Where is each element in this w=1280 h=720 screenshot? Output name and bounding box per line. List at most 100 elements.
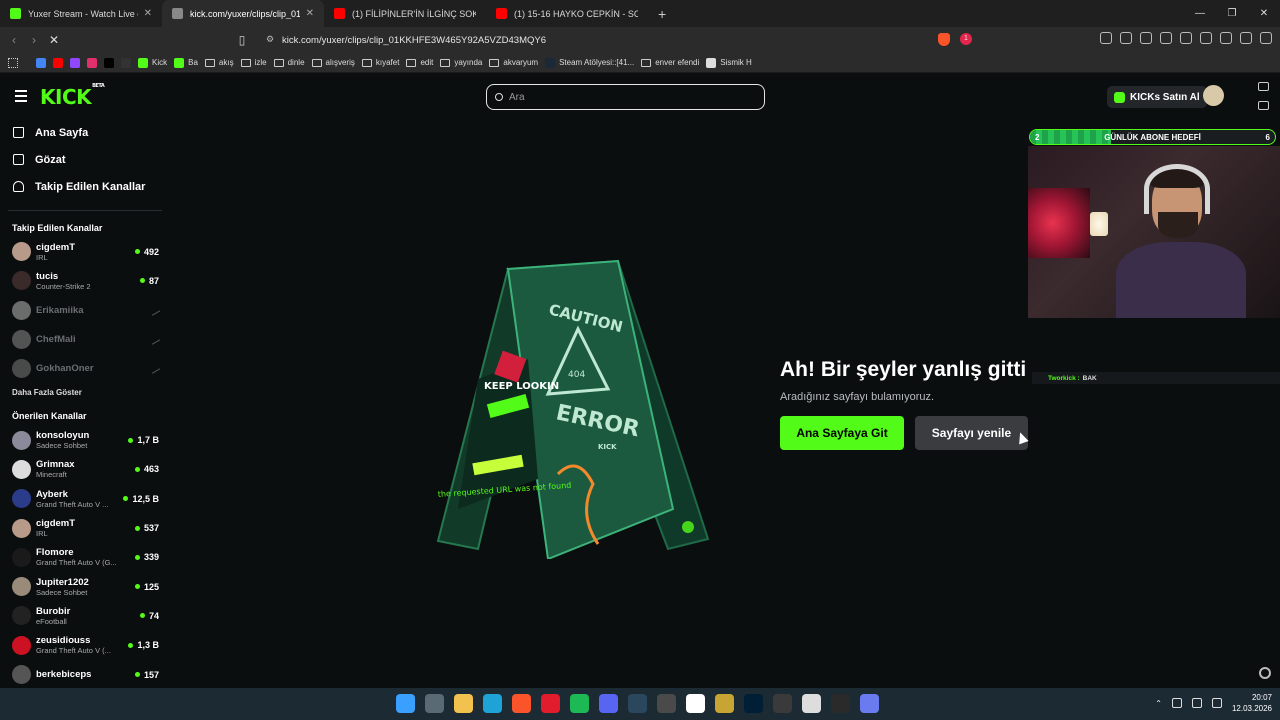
apps-grid-icon[interactable] [8,58,18,68]
app3-icon[interactable] [860,694,879,713]
sidebar-icon[interactable] [1180,32,1192,44]
channel-item[interactable]: Erikamiika [0,296,170,325]
bookmark-item[interactable] [70,57,80,68]
browser-tab[interactable]: (1) FİLİPİNLER'İN İLGİNÇ SOKAK PAZA [324,0,486,27]
go-home-button[interactable]: Ana Sayfaya Git [780,416,904,450]
bookmark-item[interactable]: akış [204,58,234,67]
channel-item[interactable]: tucis Counter-Strike 2 87 [0,266,170,295]
close-tab-icon[interactable]: ✕ [306,8,314,19]
capcut-icon[interactable] [686,694,705,713]
search-icon[interactable] [425,694,444,713]
channel-item[interactable]: cigdemT IRL 537 [0,513,170,542]
channel-item[interactable]: Flomore Grand Theft Auto V (G... 339 [0,543,170,572]
chevron-up-icon[interactable]: ⌃ [1155,699,1162,708]
bookmark-item[interactable] [121,57,131,68]
restore-icon[interactable]: ❐ [1216,8,1248,19]
steam-icon[interactable] [628,694,647,713]
opera-icon[interactable] [541,694,560,713]
close-tab-icon[interactable]: ✕ [144,8,152,19]
microphone-icon[interactable] [1171,698,1182,708]
browser-tab[interactable]: Yuxer Stream - Watch Live on Kick ✕ [0,0,162,27]
bookmark-item[interactable]: kıyafet [361,58,399,67]
windows-icon[interactable] [396,694,415,713]
pin-icon[interactable] [1258,82,1269,91]
brave-shield-icon[interactable] [938,33,950,46]
photoshop-icon[interactable] [744,694,763,713]
gear-icon[interactable] [1259,667,1271,679]
avatar [12,577,31,597]
bookmark-item[interactable]: dinle [273,58,305,67]
chat-toggle-icon[interactable] [1258,101,1269,110]
bookmark-item[interactable]: alışveriş [311,58,355,67]
bookmark-item[interactable]: Kick [138,57,167,68]
bookmark-item[interactable]: Sismik H [706,57,752,68]
minimize-icon[interactable]: — [1184,8,1216,19]
bookmark-item[interactable]: Ba [174,57,198,68]
close-window-icon[interactable]: ✕ [1248,8,1280,19]
back-icon[interactable]: ‹ [4,33,24,47]
channel-item[interactable]: Grimnax Minecraft 463 [0,455,170,484]
bookmark-item[interactable]: Steam Atölyesi::[41... [545,57,634,68]
bookmark-item[interactable]: enver efendi [641,58,699,67]
show-more-button[interactable]: Daha Fazla Göster [0,383,170,403]
music-icon[interactable] [1160,32,1172,44]
bookmark-item[interactable]: edit [406,58,433,67]
new-tab-button[interactable]: + [648,6,676,22]
channel-item[interactable]: zeusidiouss Grand Theft Auto V (... 1,3 B [0,631,170,660]
channel-info: berkebiceps [36,669,135,680]
bookmark-icon[interactable]: ▯ [232,33,252,47]
channel-item[interactable]: Jupiter1202 Sadece Sohbet 125 [0,572,170,601]
extension-icon[interactable] [1100,32,1112,44]
channel-item[interactable]: GokhanOner [0,354,170,383]
extension-icon[interactable] [1140,32,1152,44]
nav-item[interactable]: Ana Sayfa [0,119,170,146]
network-icon[interactable] [1191,698,1202,708]
channel-item[interactable]: cigdemT IRL 492 [0,237,170,266]
channel-item[interactable]: konsoloyun Sadece Sohbet 1,7 B [0,425,170,454]
calculator-icon[interactable] [657,694,676,713]
user-avatar[interactable] [1203,85,1224,106]
bookmark-item[interactable]: izle [240,58,267,67]
obs-icon[interactable] [773,694,792,713]
search-input[interactable]: Ara [486,84,765,110]
channel-item[interactable]: Burobir eFootball 74 [0,601,170,630]
buy-kicks-button[interactable]: KICKs Satın Al [1107,86,1207,108]
discord-icon[interactable] [599,694,618,713]
brave-icon[interactable] [512,694,531,713]
spotify-icon[interactable] [570,694,589,713]
browser-tab[interactable]: (1) 15-16 HAYKO CEPKİN - SON KEZ [486,0,648,27]
nav-item[interactable]: Gözat [0,146,170,173]
bookmark-item[interactable] [53,57,63,68]
volume-icon[interactable] [1211,698,1222,708]
bookmark-item[interactable] [104,57,114,68]
stop-loading-icon[interactable]: ✕ [44,33,64,47]
bookmark-item[interactable]: yayında [440,58,482,67]
leo-icon[interactable] [1220,32,1232,44]
bookmark-item[interactable] [87,57,97,68]
epic-icon[interactable] [831,694,850,713]
rewards-badge[interactable]: 1 [960,33,972,45]
app-icon[interactable] [715,694,734,713]
menu-icon[interactable] [15,90,27,105]
bookmark-item[interactable]: akvaryum [489,58,538,67]
channel-item[interactable]: ChefMali [0,325,170,354]
browser-tab-active[interactable]: kick.com/yuxer/clips/clip_01KKH ✕ [162,0,324,27]
channel-item[interactable]: berkebiceps 157 [0,660,170,688]
forward-icon[interactable]: › [24,33,44,47]
kick-logo[interactable]: KICKBETA [40,83,105,109]
wallet-icon[interactable] [1200,32,1212,44]
reload-page-button[interactable]: Sayfayı yenile [915,416,1028,450]
nav-item[interactable]: Takip Edilen Kanallar [0,173,170,200]
url-field[interactable]: ⚙ kick.com/yuxer/clips/clip_01KKHFE3W465… [258,30,980,50]
clock[interactable]: 20:07 12.03.2026 [1232,692,1272,714]
explorer-icon[interactable] [454,694,473,713]
site-info-icon[interactable]: ⚙ [266,34,274,45]
vpn-icon[interactable] [1240,32,1252,44]
bookmark-item[interactable] [36,57,46,68]
channel-item[interactable]: Ayberk Grand Theft Auto V ... 12,5 B [0,484,170,513]
edge-icon[interactable] [483,694,502,713]
app2-icon[interactable] [802,694,821,713]
menu-icon[interactable] [1260,32,1272,44]
extension-icon[interactable] [1120,32,1132,44]
channel-info: Burobir eFootball [36,606,140,626]
